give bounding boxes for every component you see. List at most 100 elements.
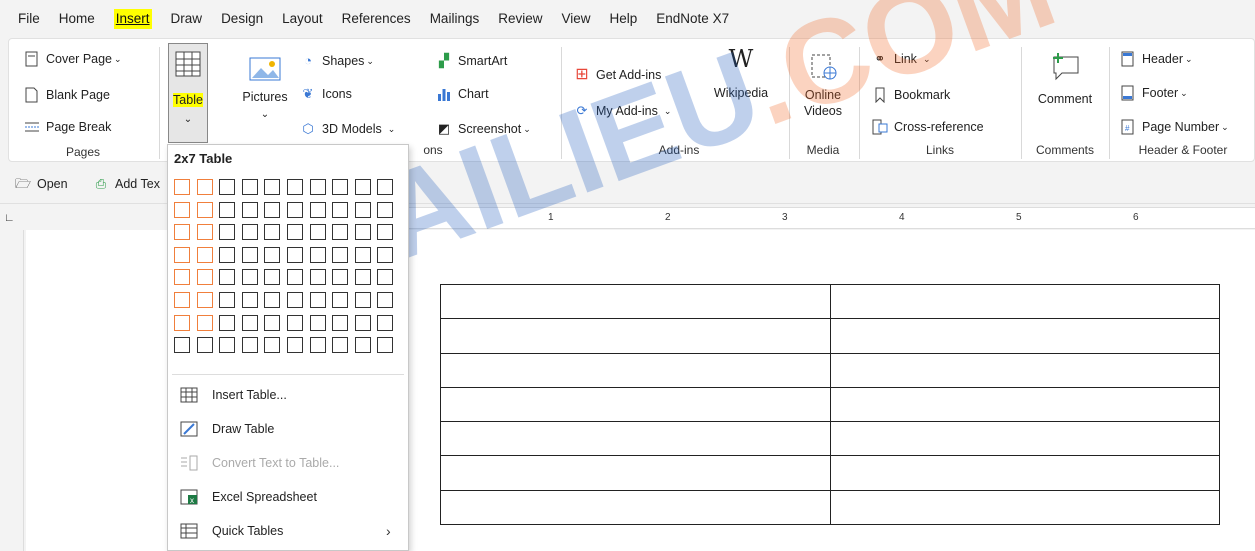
- grid-cell[interactable]: [377, 314, 394, 331]
- grid-cell[interactable]: [332, 292, 349, 308]
- add-text-button[interactable]: ⎙ Add Tex: [92, 176, 160, 192]
- grid-cell[interactable]: [332, 269, 349, 286]
- grid-cell[interactable]: [219, 224, 236, 241]
- grid-cell[interactable]: [241, 179, 258, 195]
- grid-cell[interactable]: [354, 224, 371, 241]
- convert-text-item[interactable]: Convert Text to Table...: [180, 455, 339, 471]
- table-cell[interactable]: [829, 352, 1220, 388]
- tab-layout[interactable]: Layout: [282, 9, 323, 29]
- blank-page-button[interactable]: Blank Page: [23, 87, 110, 103]
- grid-cell[interactable]: [377, 179, 394, 195]
- comment-button[interactable]: Comment: [1027, 51, 1103, 107]
- grid-cell[interactable]: [332, 201, 349, 218]
- grid-cell[interactable]: [332, 337, 349, 354]
- grid-cell[interactable]: [196, 201, 213, 218]
- tab-mailings[interactable]: Mailings: [430, 9, 480, 29]
- quick-tables-item[interactable]: Quick Tables ›: [180, 523, 400, 539]
- draw-table-item[interactable]: Draw Table: [180, 421, 274, 437]
- page-break-button[interactable]: Page Break: [23, 119, 111, 135]
- grid-cell[interactable]: [174, 224, 190, 241]
- grid-cell[interactable]: [174, 179, 190, 195]
- grid-cell[interactable]: [309, 292, 326, 308]
- grid-cell[interactable]: [219, 269, 236, 286]
- page-number-button[interactable]: # Page Number ⌄: [1119, 119, 1229, 135]
- footer-button[interactable]: Footer ⌄: [1119, 85, 1188, 101]
- grid-cell[interactable]: [196, 337, 213, 354]
- tab-help[interactable]: Help: [610, 9, 638, 29]
- grid-cell[interactable]: [264, 314, 281, 331]
- grid-cell[interactable]: [332, 179, 349, 195]
- table-cell[interactable]: [829, 421, 1220, 457]
- open-button[interactable]: 🗁 Open: [14, 176, 68, 192]
- grid-cell[interactable]: [287, 269, 303, 286]
- grid-cell[interactable]: [287, 179, 303, 195]
- grid-cell[interactable]: [287, 246, 303, 263]
- table-cell[interactable]: [440, 489, 831, 526]
- table-cell[interactable]: [440, 283, 831, 320]
- grid-cell[interactable]: [174, 201, 190, 218]
- vertical-ruler[interactable]: [0, 230, 24, 551]
- table-cell[interactable]: [440, 318, 831, 354]
- grid-cell[interactable]: [196, 292, 213, 308]
- grid-cell[interactable]: [174, 292, 190, 308]
- grid-cell[interactable]: [287, 224, 303, 241]
- grid-cell[interactable]: [309, 269, 326, 286]
- grid-cell[interactable]: [332, 246, 349, 263]
- grid-cell[interactable]: [241, 337, 258, 354]
- 3d-models-button[interactable]: ⬡ 3D Models ⌄: [299, 121, 395, 137]
- grid-cell[interactable]: [264, 246, 281, 263]
- grid-cell[interactable]: [377, 224, 394, 241]
- grid-cell[interactable]: [354, 246, 371, 263]
- tab-draw[interactable]: Draw: [171, 9, 203, 29]
- grid-cell[interactable]: [287, 314, 303, 331]
- table-cell[interactable]: [829, 386, 1220, 423]
- grid-cell[interactable]: [241, 201, 258, 218]
- tab-references[interactable]: References: [342, 9, 411, 29]
- table-cell[interactable]: [440, 455, 831, 491]
- tab-file[interactable]: File: [18, 9, 40, 29]
- grid-cell[interactable]: [241, 292, 258, 308]
- grid-cell[interactable]: [241, 269, 258, 286]
- cross-reference-button[interactable]: Cross-reference: [871, 119, 984, 135]
- grid-cell[interactable]: [354, 314, 371, 331]
- grid-cell[interactable]: [241, 314, 258, 331]
- chart-button[interactable]: Chart: [435, 86, 489, 102]
- grid-cell[interactable]: [219, 179, 236, 195]
- grid-cell[interactable]: [264, 201, 281, 218]
- grid-cell[interactable]: [332, 314, 349, 331]
- tab-endnote-x7[interactable]: EndNote X7: [656, 9, 729, 29]
- grid-cell[interactable]: [377, 337, 394, 354]
- grid-cell[interactable]: [354, 337, 371, 354]
- excel-spreadsheet-item[interactable]: x Excel Spreadsheet: [180, 489, 317, 505]
- grid-cell[interactable]: [241, 246, 258, 263]
- grid-cell[interactable]: [377, 201, 394, 218]
- grid-cell[interactable]: [377, 269, 394, 286]
- tab-review[interactable]: Review: [498, 9, 542, 29]
- grid-cell[interactable]: [377, 246, 394, 263]
- shapes-button[interactable]: ◔ Shapes ⌄: [299, 53, 374, 69]
- grid-cell[interactable]: [174, 337, 190, 354]
- table-cell[interactable]: [829, 283, 1220, 320]
- grid-cell[interactable]: [309, 246, 326, 263]
- ruler-tab-selector[interactable]: ∟: [4, 212, 15, 224]
- header-button[interactable]: Header ⌄: [1119, 51, 1193, 67]
- grid-cell[interactable]: [309, 337, 326, 354]
- grid-cell[interactable]: [219, 337, 236, 354]
- grid-cell[interactable]: [174, 269, 190, 286]
- grid-cell[interactable]: [309, 314, 326, 331]
- grid-cell[interactable]: [219, 292, 236, 308]
- grid-cell[interactable]: [219, 314, 236, 331]
- grid-cell[interactable]: [174, 314, 190, 331]
- grid-cell[interactable]: [354, 269, 371, 286]
- document-table[interactable]: [440, 283, 1220, 526]
- grid-cell[interactable]: [287, 292, 303, 308]
- grid-cell[interactable]: [264, 179, 281, 195]
- grid-cell[interactable]: [309, 201, 326, 218]
- grid-cell[interactable]: [174, 246, 190, 263]
- grid-cell[interactable]: [332, 224, 349, 241]
- tab-view[interactable]: View: [561, 9, 590, 29]
- grid-cell[interactable]: [196, 246, 213, 263]
- grid-cell[interactable]: [264, 337, 281, 354]
- grid-cell[interactable]: [354, 201, 371, 218]
- cover-page-button[interactable]: Cover Page ⌄: [23, 51, 122, 67]
